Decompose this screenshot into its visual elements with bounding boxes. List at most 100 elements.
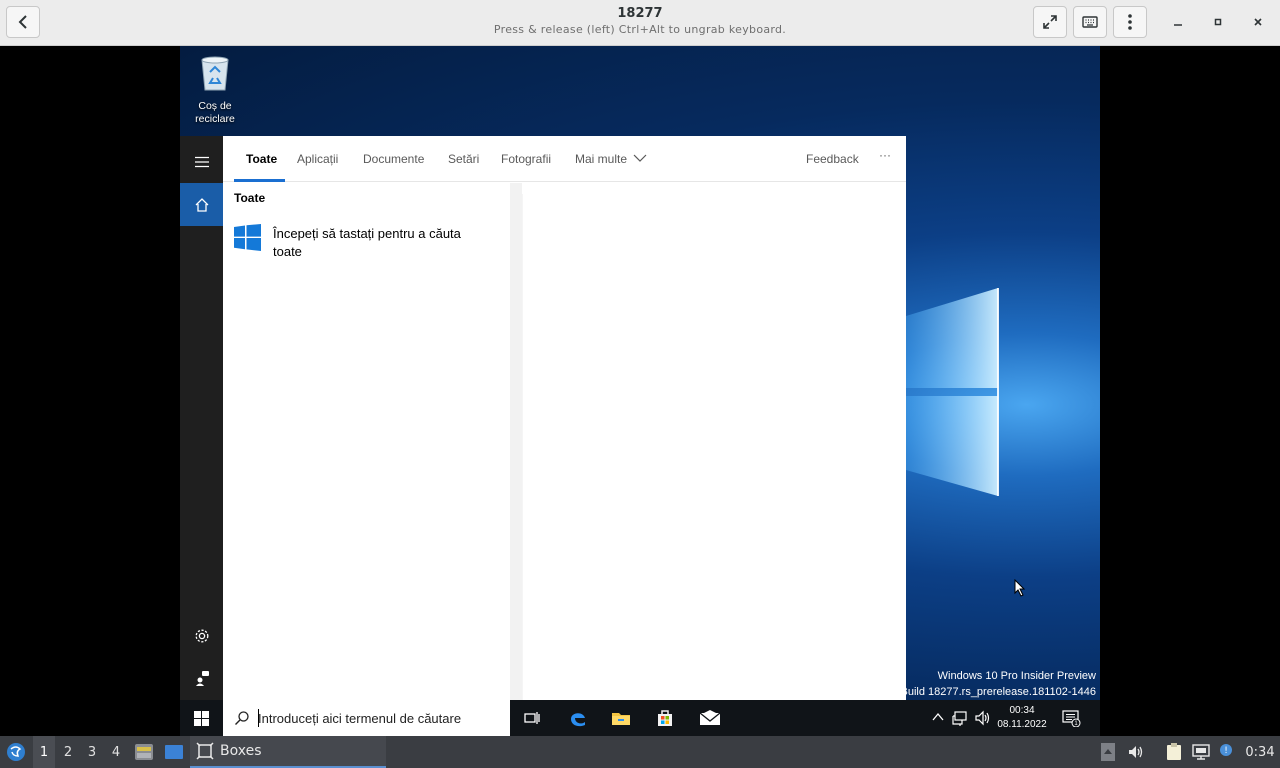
tab-documente[interactable]: Documente	[363, 152, 424, 166]
edge-icon	[571, 713, 585, 727]
user-feedback-icon	[195, 670, 209, 686]
preview-pane	[522, 194, 896, 700]
vertical-dots-icon	[1128, 14, 1132, 30]
mail-icon	[699, 710, 721, 725]
host-panel: 1 2 3 4 Boxes ! 0:34	[0, 736, 1280, 768]
feedback-link[interactable]: Feedback	[806, 152, 859, 166]
desktop-switch-4[interactable]: 4	[105, 736, 127, 768]
desktop-switch-1[interactable]: 1	[33, 736, 55, 768]
store-icon	[658, 710, 672, 726]
desktop-icon-recycle-bin[interactable]: Coș de reciclare	[190, 54, 240, 126]
speaker-icon	[1129, 746, 1143, 758]
boxes-app-icon	[196, 742, 214, 760]
tab-setari[interactable]: Setări	[448, 152, 479, 166]
fullscreen-icon	[1043, 15, 1057, 29]
search-panel: Toate Aplicații Documente Setări Fotogra…	[223, 136, 906, 700]
windows-logo-icon	[234, 224, 261, 251]
settings-button[interactable]	[180, 614, 223, 657]
windows-start-icon	[194, 710, 209, 726]
tab-toate[interactable]: Toate	[246, 152, 277, 166]
clipboard-icon	[1167, 743, 1181, 760]
active-tab-indicator	[234, 179, 285, 182]
chevron-down-icon	[633, 154, 647, 162]
host-volume-button[interactable]	[1126, 736, 1146, 768]
fullscreen-button[interactable]	[1033, 6, 1067, 38]
search-side-rail	[180, 136, 223, 700]
maximize-button[interactable]	[1206, 10, 1230, 34]
desktop-icon	[165, 745, 183, 759]
send-keys-button[interactable]	[1073, 6, 1107, 38]
close-icon	[1254, 18, 1262, 26]
home-icon	[195, 197, 208, 212]
tab-aplicatii[interactable]: Aplicații	[297, 152, 338, 166]
network-wired-icon	[1192, 744, 1210, 760]
feedback-hub-button[interactable]	[180, 656, 223, 699]
chevron-left-icon	[18, 15, 27, 29]
search-hint-result[interactable]: Începeți să tastați pentru a căuta toate	[273, 225, 493, 261]
boxes-header-bar: 18277 Press & release (left) Ctrl+Alt to…	[0, 0, 1280, 46]
watermark-line-1: Windows 10 Pro Insider Preview	[937, 670, 1096, 682]
info-badge-icon: !	[1220, 744, 1232, 756]
svg-text:!: !	[1224, 746, 1228, 756]
action-center-button[interactable]: 1	[1056, 700, 1086, 736]
back-button[interactable]	[6, 6, 40, 38]
column-divider	[510, 183, 522, 700]
taskbar-search-box[interactable]: Introduceți aici termenul de căutare	[223, 700, 510, 736]
file-manager-icon	[135, 744, 153, 760]
taskbar-task-boxes[interactable]: Boxes	[190, 736, 386, 768]
network-icon[interactable]	[952, 710, 968, 726]
desktop-icon-label: Coș de reciclare	[195, 100, 235, 125]
notification-icon: 1	[1062, 710, 1081, 727]
tray-scroll-button[interactable]	[1098, 736, 1118, 768]
show-desktop-button[interactable]	[162, 736, 186, 768]
file-manager-launcher[interactable]	[132, 736, 156, 768]
recycle-bin-icon	[201, 56, 229, 91]
clipboard-tray-icon[interactable]	[1163, 736, 1185, 768]
close-button[interactable]	[1246, 10, 1270, 34]
home-button[interactable]	[180, 183, 223, 226]
tab-fotografii[interactable]: Fotografii	[501, 152, 551, 166]
show-hidden-icons-chevron-up-icon[interactable]	[932, 712, 944, 722]
vm-clock-time: 00:34	[1009, 705, 1035, 716]
host-clock[interactable]: 0:34	[1242, 736, 1278, 768]
folder-icon	[612, 713, 630, 725]
start-button[interactable]	[180, 700, 223, 736]
task-label: Boxes	[220, 743, 262, 759]
keyboard-icon	[1082, 16, 1098, 28]
mouse-pointer-icon	[1014, 579, 1026, 597]
file-explorer-button[interactable]	[599, 700, 643, 736]
results-section-heading: Toate	[234, 191, 266, 205]
maximize-icon	[1214, 18, 1222, 26]
edge-app-button[interactable]	[556, 700, 600, 736]
tab-mai-multe-label: Mai multe	[575, 152, 628, 166]
lxqt-logo-icon	[7, 743, 25, 761]
window-title: 18277	[617, 6, 663, 21]
hamburger-menu-button[interactable]	[180, 140, 223, 183]
desktop-switch-3[interactable]: 3	[81, 736, 103, 768]
task-view-button[interactable]	[510, 700, 554, 736]
gear-icon	[195, 629, 208, 642]
arrow-up-box-icon	[1101, 743, 1115, 761]
main-menu-button[interactable]	[2, 736, 30, 768]
minimize-button[interactable]	[1166, 10, 1190, 34]
window-subtitle: Press & release (left) Ctrl+Alt to ungra…	[493, 23, 787, 36]
update-notifier-tray[interactable]: !	[1215, 736, 1237, 768]
hamburger-icon	[194, 156, 209, 167]
host-network-tray[interactable]	[1190, 736, 1212, 768]
volume-icon[interactable]	[974, 710, 990, 726]
menu-button[interactable]	[1113, 6, 1147, 38]
task-view-icon	[524, 712, 540, 724]
desktop-switch-2[interactable]: 2	[57, 736, 79, 768]
mail-app-button[interactable]	[688, 700, 732, 736]
vm-display[interactable]: Coș de reciclare Windows 10 Pro Insider …	[180, 46, 1100, 736]
search-tabs: Toate Aplicații Documente Setări Fotogra…	[223, 136, 906, 182]
watermark-line-2: e. Build 18277.rs_prerelease.181102-1446	[888, 686, 1096, 698]
minimize-icon	[1174, 24, 1182, 26]
vm-taskbar: Introduceți aici termenul de căutare 00:…	[180, 700, 1100, 736]
more-options-button[interactable]: ···	[879, 148, 891, 162]
search-placeholder: Introduceți aici termenul de căutare	[258, 711, 462, 726]
search-icon	[235, 711, 249, 725]
vm-clock[interactable]: 00:34 08.11.2022	[992, 704, 1052, 732]
store-app-button[interactable]	[643, 700, 687, 736]
tab-mai-multe[interactable]: Mai multe	[575, 152, 647, 166]
